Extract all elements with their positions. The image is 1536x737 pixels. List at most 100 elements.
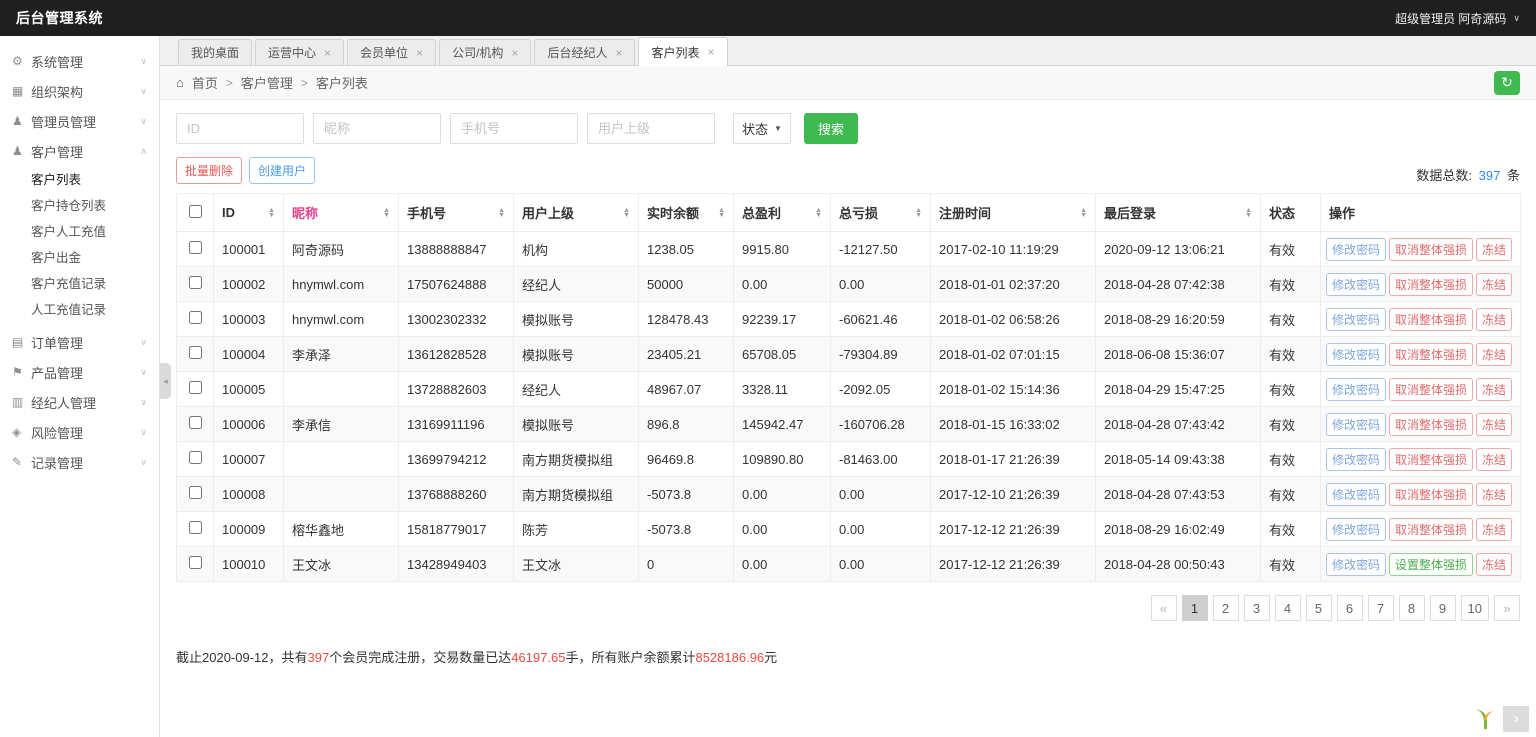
row-checkbox[interactable]	[189, 556, 202, 569]
column-header[interactable]: 注册时间▲▼	[931, 194, 1096, 232]
freeze-button[interactable]: 冻结	[1476, 273, 1512, 296]
filter-id-input[interactable]	[176, 113, 304, 144]
status-select[interactable]: 状态▼	[733, 113, 791, 144]
sort-icon[interactable]: ▲▼	[383, 208, 390, 218]
tab-5[interactable]: 客户列表×	[638, 37, 727, 66]
freeze-button[interactable]: 冻结	[1476, 483, 1512, 506]
change-password-button[interactable]: 修改密码	[1326, 308, 1386, 331]
freeze-button[interactable]: 冻结	[1476, 378, 1512, 401]
sort-icon[interactable]: ▲▼	[915, 208, 922, 218]
freeze-button[interactable]: 冻结	[1476, 308, 1512, 331]
sidebar-subitem-3[interactable]: 客户出金	[0, 245, 159, 271]
sidebar-group-4[interactable]: ▤订单管理∨	[0, 327, 159, 357]
page-number-4[interactable]: 4	[1275, 595, 1301, 621]
sidebar-group-5[interactable]: ⚑产品管理∨	[0, 357, 159, 387]
sidebar-collapse-handle[interactable]: ◂	[160, 363, 171, 399]
sort-icon[interactable]: ▲▼	[623, 208, 630, 218]
row-checkbox[interactable]	[189, 346, 202, 359]
column-header[interactable]: 实时余额▲▼	[639, 194, 734, 232]
cancel-overall-stoploss-button[interactable]: 取消整体强损	[1389, 483, 1473, 506]
tab-2[interactable]: 会员单位×	[347, 39, 436, 65]
sidebar-subitem-0[interactable]: 客户列表	[0, 167, 159, 193]
sidebar-subitem-2[interactable]: 客户人工充值	[0, 219, 159, 245]
filter-nickname-input[interactable]	[313, 113, 441, 144]
freeze-button[interactable]: 冻结	[1476, 518, 1512, 541]
row-checkbox[interactable]	[189, 416, 202, 429]
column-header[interactable]: 昵称▲▼	[284, 194, 399, 232]
freeze-button[interactable]: 冻结	[1476, 413, 1512, 436]
column-header[interactable]: 总亏损▲▼	[831, 194, 931, 232]
page-number-5[interactable]: 5	[1306, 595, 1332, 621]
set-overall-stoploss-button[interactable]: 设置整体强损	[1389, 553, 1473, 576]
page-prev[interactable]: «	[1151, 595, 1177, 621]
page-number-6[interactable]: 6	[1337, 595, 1363, 621]
change-password-button[interactable]: 修改密码	[1326, 238, 1386, 261]
change-password-button[interactable]: 修改密码	[1326, 553, 1386, 576]
change-password-button[interactable]: 修改密码	[1326, 413, 1386, 436]
change-password-button[interactable]: 修改密码	[1326, 378, 1386, 401]
breadcrumb-item-0[interactable]: 首页	[192, 73, 218, 92]
select-all-checkbox[interactable]	[189, 205, 202, 218]
row-checkbox[interactable]	[189, 241, 202, 254]
page-next[interactable]: »	[1494, 595, 1520, 621]
sort-icon[interactable]: ▲▼	[718, 208, 725, 218]
page-number-2[interactable]: 2	[1213, 595, 1239, 621]
sidebar-group-7[interactable]: ◈风险管理∨	[0, 417, 159, 447]
tab-close-icon[interactable]: ×	[511, 47, 518, 59]
create-user-button[interactable]: 创建用户	[249, 157, 315, 184]
cancel-overall-stoploss-button[interactable]: 取消整体强损	[1389, 518, 1473, 541]
refresh-button[interactable]: ↻	[1494, 71, 1520, 95]
cancel-overall-stoploss-button[interactable]: 取消整体强损	[1389, 273, 1473, 296]
sort-icon[interactable]: ▲▼	[498, 208, 505, 218]
brand-logo[interactable]	[1471, 707, 1497, 731]
page-number-3[interactable]: 3	[1244, 595, 1270, 621]
page-number-8[interactable]: 8	[1399, 595, 1425, 621]
freeze-button[interactable]: 冻结	[1476, 238, 1512, 261]
column-header[interactable]: 用户上级▲▼	[514, 194, 639, 232]
tab-4[interactable]: 后台经纪人×	[534, 39, 635, 65]
row-checkbox[interactable]	[189, 381, 202, 394]
breadcrumb-item-1[interactable]: 客户管理	[241, 73, 293, 92]
search-button[interactable]: 搜索	[804, 113, 858, 144]
change-password-button[interactable]: 修改密码	[1326, 343, 1386, 366]
cancel-overall-stoploss-button[interactable]: 取消整体强损	[1389, 378, 1473, 401]
cancel-overall-stoploss-button[interactable]: 取消整体强损	[1389, 343, 1473, 366]
tab-0[interactable]: 我的桌面	[178, 39, 252, 65]
tab-close-icon[interactable]: ×	[707, 46, 714, 58]
sidebar-group-3[interactable]: ♟客户管理∧	[0, 136, 159, 166]
sort-icon[interactable]: ▲▼	[1080, 208, 1087, 218]
page-number-7[interactable]: 7	[1368, 595, 1394, 621]
sort-icon[interactable]: ▲▼	[1245, 208, 1252, 218]
row-checkbox[interactable]	[189, 521, 202, 534]
row-checkbox[interactable]	[189, 276, 202, 289]
sidebar-group-8[interactable]: ✎记录管理∨	[0, 447, 159, 477]
sidebar-group-1[interactable]: ▦组织架构∨	[0, 76, 159, 106]
freeze-button[interactable]: 冻结	[1476, 343, 1512, 366]
next-button[interactable]: ›	[1503, 706, 1529, 732]
cancel-overall-stoploss-button[interactable]: 取消整体强损	[1389, 448, 1473, 471]
sidebar-subitem-1[interactable]: 客户持仓列表	[0, 193, 159, 219]
page-number-9[interactable]: 9	[1430, 595, 1456, 621]
sidebar-group-6[interactable]: ▥经纪人管理∨	[0, 387, 159, 417]
cancel-overall-stoploss-button[interactable]: 取消整体强损	[1389, 238, 1473, 261]
freeze-button[interactable]: 冻结	[1476, 448, 1512, 471]
sidebar-group-0[interactable]: ⚙系统管理∨	[0, 46, 159, 76]
change-password-button[interactable]: 修改密码	[1326, 448, 1386, 471]
sidebar-group-2[interactable]: ♟管理员管理∨	[0, 106, 159, 136]
column-header[interactable]: 最后登录▲▼	[1096, 194, 1261, 232]
sort-icon[interactable]: ▲▼	[268, 208, 275, 218]
column-header[interactable]: 手机号▲▼	[399, 194, 514, 232]
tab-close-icon[interactable]: ×	[615, 47, 622, 59]
tab-3[interactable]: 公司/机构×	[439, 39, 531, 65]
row-checkbox[interactable]	[189, 451, 202, 464]
column-header[interactable]: 总盈利▲▼	[734, 194, 831, 232]
batch-delete-button[interactable]: 批量删除	[176, 157, 242, 184]
cancel-overall-stoploss-button[interactable]: 取消整体强损	[1389, 308, 1473, 331]
tab-close-icon[interactable]: ×	[324, 47, 331, 59]
cancel-overall-stoploss-button[interactable]: 取消整体强损	[1389, 413, 1473, 436]
row-checkbox[interactable]	[189, 486, 202, 499]
page-number-1[interactable]: 1	[1182, 595, 1208, 621]
freeze-button[interactable]: 冻结	[1476, 553, 1512, 576]
sidebar-subitem-5[interactable]: 人工充值记录	[0, 297, 159, 323]
change-password-button[interactable]: 修改密码	[1326, 483, 1386, 506]
